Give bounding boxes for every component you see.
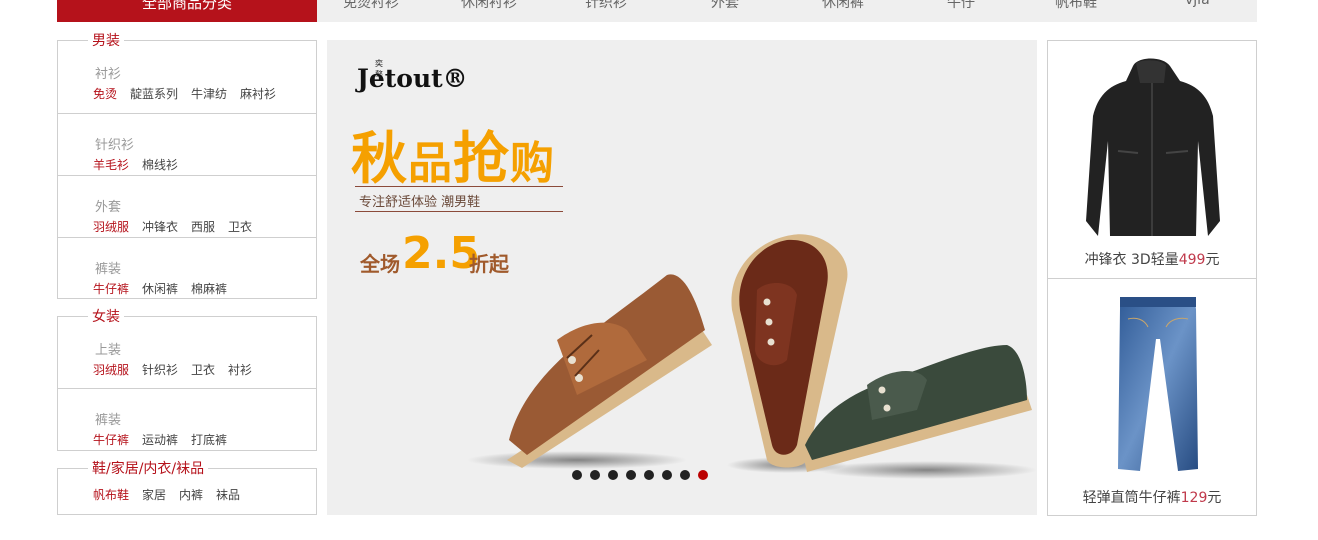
jacket-image xyxy=(1086,58,1220,236)
nav-item-免烫衬衫[interactable]: 免烫衬衫 xyxy=(343,0,399,12)
category-title[interactable]: 上装 xyxy=(95,339,121,358)
slide-dot[interactable] xyxy=(644,470,654,480)
category-link[interactable]: 衬衫 xyxy=(228,363,252,377)
slide-dot[interactable] xyxy=(608,470,618,480)
category-links: 免烫 靛蓝系列 牛津纺 麻衬衫 xyxy=(93,85,289,102)
product-card-jacket[interactable]: 冲锋衣 3D轻量499元 xyxy=(1047,40,1257,279)
category-link[interactable]: 羽绒服 xyxy=(93,363,129,377)
category-link[interactable]: 羽绒服 xyxy=(93,220,129,234)
category-link[interactable]: 运动裤 xyxy=(142,433,178,447)
category-row: 上装 羽绒服 针织衫 卫衣 衬衫 xyxy=(58,317,316,389)
nav-item-牛仔[interactable]: 牛仔 xyxy=(947,0,975,12)
category-link[interactable]: 西服 xyxy=(191,220,215,234)
product-unit: 元 xyxy=(1207,490,1222,506)
category-link[interactable]: 牛仔裤 xyxy=(93,282,129,296)
category-links: 羽绒服 针织衫 卫衣 衬衫 xyxy=(93,361,265,378)
product-name: 冲锋衣 3D轻量 xyxy=(1084,252,1179,268)
category-link[interactable]: 袜品 xyxy=(216,488,240,502)
category-row: 针织衫 羊毛衫 棉线衫 xyxy=(58,114,316,176)
category-link[interactable]: 打底裤 xyxy=(191,433,227,447)
slide-dot-active[interactable] xyxy=(698,470,708,480)
category-link[interactable]: 帆布鞋 xyxy=(93,488,129,502)
category-link[interactable]: 卫衣 xyxy=(191,363,215,377)
top-nav-bar: 免烫衬衫 休闲衬衫 针织衫 外套 休闲裤 牛仔 帆布鞋 vjia xyxy=(317,0,1257,22)
category-link[interactable]: 牛仔裤 xyxy=(93,433,129,447)
category-title[interactable]: 裤装 xyxy=(95,409,121,428)
nav-item-帆布鞋[interactable]: 帆布鞋 xyxy=(1055,0,1097,12)
product-name: 轻弹直筒牛仔裤 xyxy=(1082,490,1181,506)
category-link[interactable]: 麻衬衫 xyxy=(240,87,276,101)
category-row: 衬衫 免烫 靛蓝系列 牛津纺 麻衬衫 xyxy=(58,41,316,114)
category-title[interactable]: 衬衫 xyxy=(95,63,121,82)
nav-item-休闲衬衫[interactable]: 休闲衬衫 xyxy=(461,0,517,12)
nav-item-外套[interactable]: 外套 xyxy=(711,0,739,12)
slide-dot[interactable] xyxy=(662,470,672,480)
product-price: 129 xyxy=(1180,490,1208,506)
category-link[interactable]: 内裤 xyxy=(179,488,203,502)
category-links: 帆布鞋 家居 内裤 袜品 xyxy=(93,486,253,503)
category-link[interactable]: 免烫 xyxy=(93,87,117,101)
category-link[interactable]: 棉线衫 xyxy=(142,158,178,172)
category-link[interactable]: 羊毛衫 xyxy=(93,158,129,172)
product-card-jeans[interactable]: 轻弹直筒牛仔裤129元 xyxy=(1047,278,1257,516)
shoe-green xyxy=(802,345,1032,472)
nav-item-休闲裤[interactable]: 休闲裤 xyxy=(822,0,864,12)
category-link[interactable]: 冲锋衣 xyxy=(142,220,178,234)
category-title[interactable]: 针织衫 xyxy=(95,134,134,153)
category-link[interactable]: 棉麻裤 xyxy=(191,282,227,296)
category-row: 外套 羽绒服 冲锋衣 西服 卫衣 xyxy=(58,176,316,238)
category-link[interactable]: 卫衣 xyxy=(228,220,252,234)
category-link[interactable]: 靛蓝系列 xyxy=(130,87,178,101)
category-legend-shoes[interactable]: 鞋/家居/内衣/袜品 xyxy=(88,460,209,478)
product-caption[interactable]: 冲锋衣 3D轻量499元 xyxy=(1048,249,1256,269)
slide-dot[interactable] xyxy=(680,470,690,480)
category-link[interactable]: 针织衫 xyxy=(142,363,178,377)
promo-banner[interactable]: 奕骜 Jetout® 秋品抢购 专注舒适体验 潮男鞋 全场 2.5 折起 xyxy=(327,40,1037,515)
product-unit: 元 xyxy=(1205,252,1220,268)
category-links: 羊毛衫 棉线衫 xyxy=(93,156,191,173)
nav-item-vjia[interactable]: vjia xyxy=(1185,0,1210,8)
product-price: 499 xyxy=(1178,252,1206,268)
category-links: 牛仔裤 运动裤 打底裤 xyxy=(93,431,240,448)
category-row: 裤装 牛仔裤 休闲裤 棉麻裤 xyxy=(58,238,316,300)
shoe-tan xyxy=(507,274,712,468)
page: 全部商品分类 免烫衬衫 休闲衬衫 针织衫 外套 休闲裤 牛仔 帆布鞋 vjia … xyxy=(0,0,1318,540)
category-link[interactable]: 牛津纺 xyxy=(191,87,227,101)
category-box-men: 男装 衬衫 免烫 靛蓝系列 牛津纺 麻衬衫 针织衫 羊毛衫 棉线衫 外套 羽绒服 冲锋衣西… xyxy=(57,32,317,300)
category-row: 裤装 牛仔裤 运动裤 打底裤 xyxy=(58,389,316,451)
category-link[interactable]: 休闲裤 xyxy=(142,282,178,296)
category-title[interactable]: 外套 xyxy=(95,196,121,215)
slide-dot[interactable] xyxy=(572,470,582,480)
shoes-image xyxy=(467,234,1037,479)
slide-dot[interactable] xyxy=(590,470,600,480)
nav-item-针织衫[interactable]: 针织衫 xyxy=(585,0,627,12)
product-caption[interactable]: 轻弹直筒牛仔裤129元 xyxy=(1048,487,1256,507)
category-link[interactable]: 家居 xyxy=(142,488,166,502)
category-links: 羽绒服 冲锋衣 西服 卫衣 xyxy=(93,218,265,235)
category-box-women: 女装 上装 羽绒服 针织衫 卫衣 衬衫 裤装 牛仔裤 运动裤 打底裤 xyxy=(57,308,317,451)
category-box-shoes: 鞋/家居/内衣/袜品 帆布鞋 家居 内裤 袜品 xyxy=(57,460,317,515)
jeans-image xyxy=(1118,297,1198,471)
category-links: 牛仔裤 休闲裤 棉麻裤 xyxy=(93,280,240,297)
slide-dot[interactable] xyxy=(626,470,636,480)
all-categories-tab[interactable]: 全部商品分类 xyxy=(57,0,317,22)
category-title[interactable]: 裤装 xyxy=(95,258,121,277)
